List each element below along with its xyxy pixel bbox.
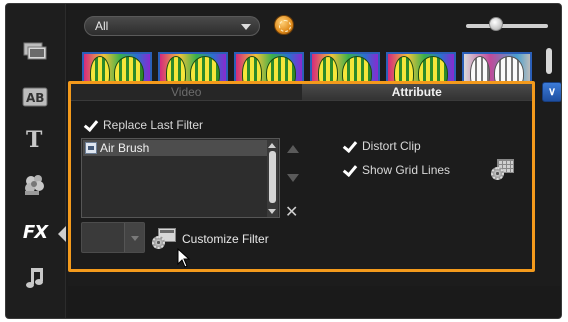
distort-clip-label: Distort Clip xyxy=(362,139,421,153)
move-filter-down-icon[interactable] xyxy=(287,174,299,182)
library-filter-dropdown[interactable]: All xyxy=(84,16,260,36)
fx-icon: FX xyxy=(22,221,48,243)
list-item[interactable]: Air Brush xyxy=(83,140,267,156)
media-library-button[interactable] xyxy=(20,38,50,64)
filter-thumbnail[interactable] xyxy=(82,52,152,84)
library-filter-value: All xyxy=(95,19,109,33)
music-note-icon xyxy=(26,268,43,288)
browse-online-globe-icon[interactable] xyxy=(274,15,294,35)
mouse-pointer-icon xyxy=(177,248,191,268)
active-selector-arrow-icon xyxy=(58,226,66,242)
title-t-icon: T xyxy=(26,127,43,151)
chevron-down-icon[interactable] xyxy=(124,223,144,252)
library-sidebar: AB T FX xyxy=(6,4,66,318)
applied-filters-list[interactable]: Air Brush xyxy=(81,138,280,218)
tab-video[interactable]: Video xyxy=(71,84,302,101)
filter-thumbnail[interactable] xyxy=(234,52,304,84)
double-chevron-down-icon: ∨ xyxy=(547,86,557,98)
graphic-flower-icon xyxy=(25,175,44,195)
customize-filter-label: Customize Filter xyxy=(182,232,269,246)
customize-gear-icon xyxy=(152,228,178,250)
checkmark-icon xyxy=(84,119,97,132)
options-tabs: Video Attribute xyxy=(71,84,532,101)
remove-filter-close-icon[interactable]: ✕ xyxy=(285,202,298,221)
audio-button[interactable] xyxy=(20,266,50,292)
show-grid-lines-label: Show Grid Lines xyxy=(362,163,451,177)
chevron-down-icon xyxy=(241,24,251,30)
replace-last-filter-label: Replace Last Filter xyxy=(103,118,204,132)
scroll-thumb[interactable] xyxy=(269,151,276,203)
thumbnail-size-slider-track[interactable] xyxy=(466,24,548,28)
checkmark-icon xyxy=(343,140,356,153)
gear-icon xyxy=(491,167,504,180)
media-library-icon xyxy=(23,42,47,60)
filter-preset-dropdown[interactable] xyxy=(81,222,145,253)
filter-item-icon xyxy=(85,142,97,154)
title-template-button[interactable]: AB xyxy=(20,84,50,110)
filter-thumbnail[interactable] xyxy=(386,52,456,84)
graphic-button[interactable] xyxy=(20,172,50,198)
collapse-options-button[interactable]: ∨ xyxy=(542,82,561,102)
video-editor-panel: AB T FX All Video Attribute ∨ Replace La… xyxy=(5,3,562,319)
distort-clip-checkbox[interactable]: Distort Clip xyxy=(343,139,421,153)
show-grid-lines-checkbox[interactable]: Show Grid Lines xyxy=(343,163,450,177)
library-main: All Video Attribute ∨ Replace Last Filte… xyxy=(68,4,561,318)
ab-text-icon: AB xyxy=(22,87,48,107)
thumbnail-size-slider-thumb[interactable] xyxy=(489,17,503,31)
filter-thumbnail[interactable] xyxy=(462,52,532,84)
tab-attribute[interactable]: Attribute xyxy=(301,84,532,101)
move-filter-up-icon[interactable] xyxy=(287,145,299,153)
filter-thumbnail[interactable] xyxy=(158,52,228,84)
library-scrollbar[interactable] xyxy=(546,48,552,74)
grid-settings-button[interactable] xyxy=(491,159,515,181)
filter-fx-button[interactable]: FX xyxy=(20,219,50,245)
filter-item-label: Air Brush xyxy=(100,141,150,155)
panel-footer xyxy=(68,286,561,318)
filters-list-scrollbar[interactable] xyxy=(267,140,278,217)
replace-last-filter-checkbox[interactable]: Replace Last Filter xyxy=(84,118,203,132)
scroll-down-icon[interactable] xyxy=(268,209,276,214)
filter-thumbnail[interactable] xyxy=(310,52,380,84)
svg-text:AB: AB xyxy=(26,91,44,105)
scroll-up-icon[interactable] xyxy=(268,143,276,148)
customize-filter-button[interactable]: Customize Filter xyxy=(152,228,269,250)
svg-text:T: T xyxy=(26,127,43,151)
title-button[interactable]: T xyxy=(20,126,50,152)
checkmark-icon xyxy=(343,164,356,177)
